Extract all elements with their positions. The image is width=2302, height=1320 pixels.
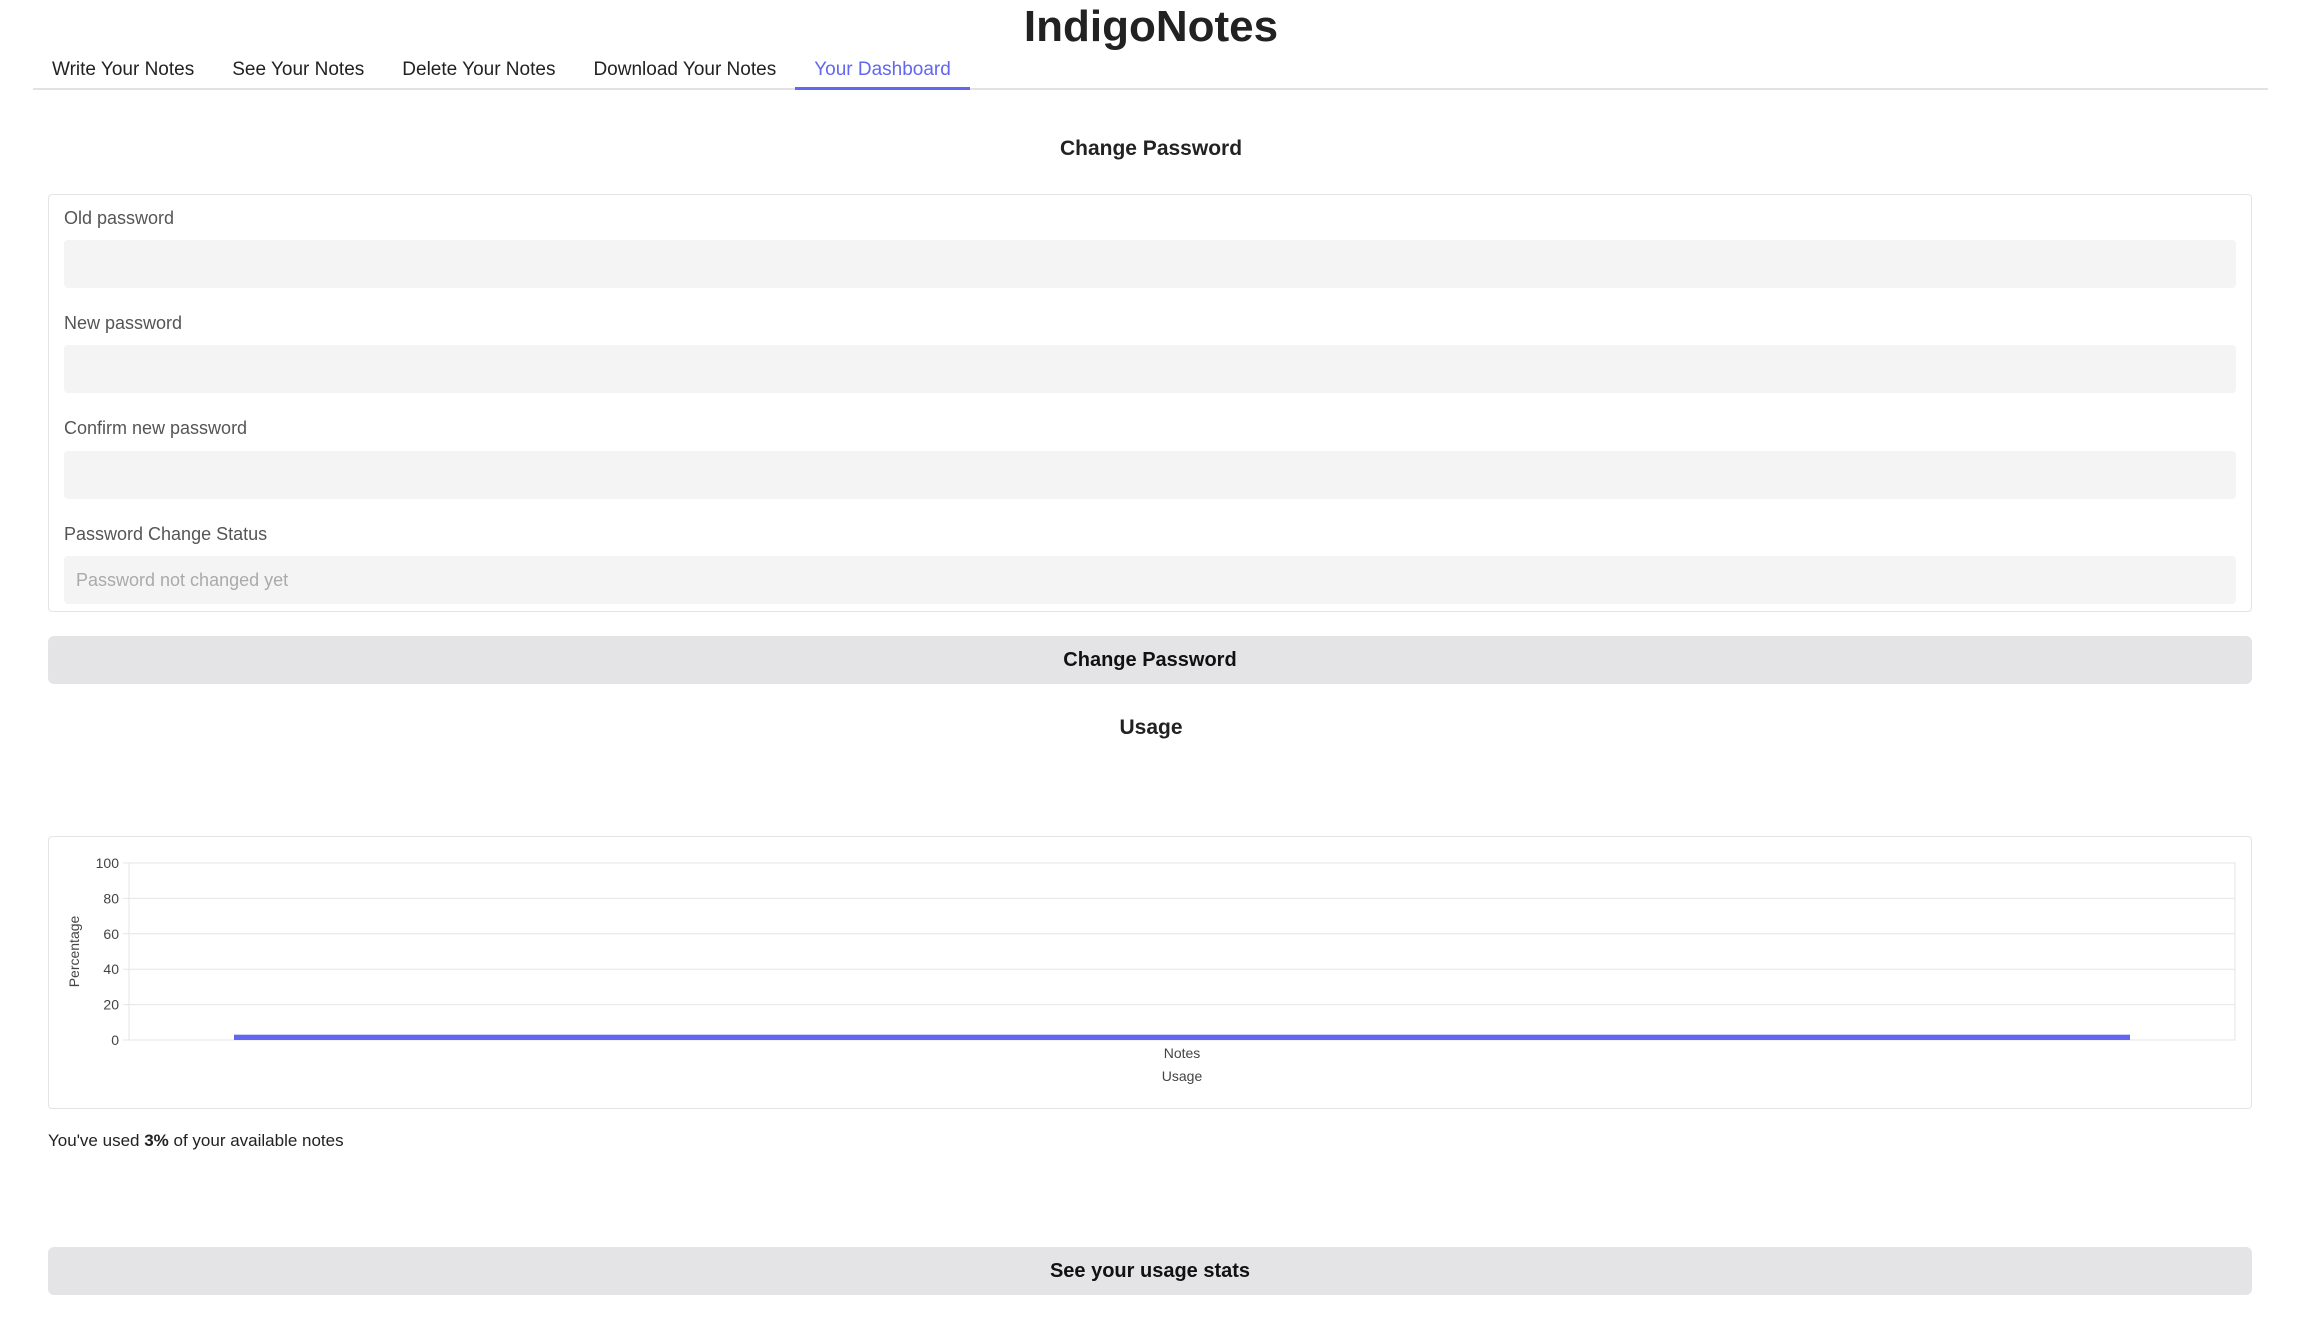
password-status-field <box>64 556 2236 604</box>
y-tick-label: 20 <box>103 997 119 1013</box>
y-tick-label: 0 <box>111 1032 119 1048</box>
tab-write-notes[interactable]: Write Your Notes <box>33 51 213 88</box>
tab-bar: Write Your Notes See Your Notes Delete Y… <box>33 50 2268 90</box>
usage-heading: Usage <box>1119 716 1183 739</box>
change-password-form: Old password New password Confirm new pa… <box>48 194 2252 612</box>
old-password-input[interactable] <box>64 240 2236 288</box>
y-axis-label: Percentage <box>66 915 82 987</box>
page: IndigoNotes Write Your Notes See Your No… <box>0 0 2302 1320</box>
usage-bar <box>234 1034 2130 1040</box>
y-tick-label: 40 <box>103 961 119 977</box>
old-password-label: Old password <box>64 208 175 228</box>
plot-frame <box>128 862 2236 1041</box>
confirm-password-label: Confirm new password <box>64 418 248 438</box>
x-tick-label: Notes <box>1164 1045 1201 1061</box>
usage-summary-prefix: You've used <box>48 1131 145 1150</box>
usage-summary-suffix: of your available notes <box>168 1131 344 1150</box>
change-password-heading: Change Password <box>1059 137 1243 160</box>
usage-percent: 3% <box>144 1131 169 1150</box>
tab-see-notes[interactable]: See Your Notes <box>213 51 383 88</box>
y-tick-label: 80 <box>103 890 119 906</box>
confirm-password-input[interactable] <box>64 451 2236 499</box>
x-axis-label: Usage <box>1162 1068 1203 1084</box>
usage-summary: You've used 3% of your available notes <box>48 1131 344 1151</box>
usage-stats-button[interactable]: See your usage stats <box>48 1247 2252 1295</box>
usage-chart: 0 20 40 60 80 100 Percentage Notes Usage <box>48 836 2252 1109</box>
new-password-input[interactable] <box>64 345 2236 393</box>
tab-dashboard[interactable]: Your Dashboard <box>795 51 970 90</box>
tab-download-notes[interactable]: Download Your Notes <box>574 51 795 88</box>
password-status-label: Password Change Status <box>64 524 268 544</box>
new-password-label: New password <box>64 313 183 333</box>
change-password-button[interactable]: Change Password <box>48 636 2252 684</box>
tab-delete-notes[interactable]: Delete Your Notes <box>383 51 574 88</box>
app-title: IndigoNotes <box>1023 2 1279 51</box>
y-tick-label: 100 <box>96 855 120 871</box>
usage-chart-svg: 0 20 40 60 80 100 Percentage Notes Usage <box>66 855 2236 1084</box>
y-tick-label: 60 <box>103 926 119 942</box>
